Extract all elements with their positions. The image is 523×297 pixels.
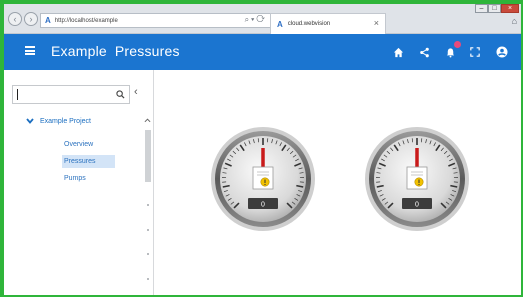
gauge-dial: 0 [211,127,315,231]
pressure-gauge[interactable]: 0 [364,126,470,232]
title-project: Example [51,43,107,59]
window-controls: – □ × [475,4,519,13]
menu-icon[interactable] [25,46,35,55]
navigation-sidebar: ‹ Example Project Overview Pressures Pum… [4,70,154,295]
forward-button[interactable]: › [24,12,38,26]
project-tree: Example Project [26,116,91,126]
scroll-track-mark [147,253,149,255]
search-icon[interactable] [111,86,129,103]
browser-home-icon[interactable]: ⌂ [512,16,517,26]
scroll-track-mark [147,204,149,206]
tree-item-overview[interactable]: Overview [62,138,142,151]
search-input[interactable] [12,85,130,104]
address-bar[interactable]: A http://localhost/example ⌕▾⟳ [40,13,272,28]
tree-root[interactable]: Example Project [26,116,91,126]
address-url: http://localhost/example [54,17,118,24]
back-button[interactable]: ‹ [8,12,22,26]
page-title: Example Pressures [51,43,180,59]
fullscreen-icon[interactable] [467,44,483,60]
gauge-value: 0 [261,202,265,209]
scrollbar-thumb[interactable] [145,130,151,182]
tree-root-label: Example Project [40,117,91,125]
home-icon[interactable] [390,44,406,60]
app-header: Example Pressures [4,34,521,70]
scroll-up-icon[interactable] [144,116,151,125]
address-actions[interactable]: ⌕▾⟳ [245,15,267,25]
chevron-down-icon[interactable] [26,116,34,126]
title-page: Pressures [114,43,180,59]
scroll-track-mark [147,278,149,280]
scroll-track-mark [147,229,149,231]
collapse-sidebar-icon[interactable]: ‹ [134,86,138,98]
close-window-button[interactable]: × [501,4,519,13]
pressure-gauge[interactable]: 0 [210,126,316,232]
tree-children: Overview Pressures Pumps [62,138,142,189]
browser-toolbar: ‹ › A http://localhost/example ⌕▾⟳ A clo… [4,4,521,34]
share-icon[interactable] [416,44,432,60]
search-field[interactable] [21,88,101,100]
text-cursor [17,89,18,100]
browser-tab[interactable]: A cloud.webvision × [270,13,386,34]
notification-badge [454,41,461,48]
gauge-dial: 0 [365,127,469,231]
gauge-value: 0 [415,202,419,209]
minimize-button[interactable]: – [475,4,488,13]
bell-icon[interactable] [442,41,461,60]
tree-item-pumps[interactable]: Pumps [62,172,142,185]
tab-favicon-icon: A [277,19,283,29]
browser-window: ‹ › A http://localhost/example ⌕▾⟳ A clo… [4,4,521,295]
tab-close-icon[interactable]: × [374,18,379,28]
site-logo-icon: A [45,16,51,25]
maximize-button[interactable]: □ [488,4,501,13]
sidebar-scrollbar[interactable] [144,116,152,295]
main-content: 0 0 [154,70,521,295]
account-icon[interactable] [494,44,510,60]
tab-title: cloud.webvision [287,21,331,27]
tree-item-pressures[interactable]: Pressures [62,155,115,168]
